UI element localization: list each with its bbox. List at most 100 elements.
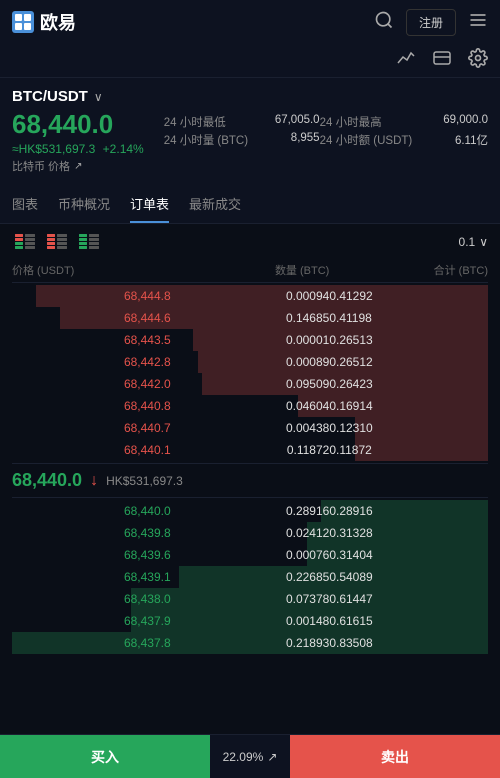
sell-order-row: 68,444.6 0.14685 0.41198 (12, 307, 488, 329)
ob-view-buy[interactable] (76, 232, 102, 252)
register-button[interactable]: 注册 (406, 9, 456, 36)
sell-order-row: 68,440.8 0.04604 0.16914 (12, 395, 488, 417)
card-icon[interactable] (432, 49, 452, 72)
sell-order-row: 68,444.8 0.00094 0.41292 (12, 285, 488, 307)
settings-icon[interactable] (468, 48, 488, 73)
col-total: 合计 (BTC) (329, 262, 488, 278)
sell-total: 0.41198 (329, 311, 488, 325)
sell-order-row: 68,440.1 0.11872 0.11872 (12, 439, 488, 461)
bottom-bar: 买入 22.09% ↗ 卖出 (0, 734, 500, 778)
sell-total: 0.26423 (329, 377, 488, 391)
sell-total: 0.12310 (329, 421, 488, 435)
tab-chart[interactable]: 图表 (12, 184, 38, 223)
buy-order-row: 68,440.0 0.28916 0.28916 (12, 500, 488, 522)
pct-icon: ↗ (267, 750, 277, 764)
buy-total: 0.31404 (329, 548, 488, 562)
tab-overview[interactable]: 币种概况 (58, 184, 110, 223)
stat-row-3: 24 小时额 (USDT) 6.11亿 (320, 132, 488, 148)
ob-controls: 0.1 ∨ (12, 232, 488, 252)
external-link-icon[interactable]: ↗ (74, 161, 82, 172)
buy-price[interactable]: 68,437.9 (12, 614, 171, 628)
ob-decimals-value: 0.1 (459, 235, 476, 249)
buy-price[interactable]: 68,440.0 (12, 504, 171, 518)
stat-val-3: 6.11亿 (455, 132, 488, 148)
sell-button[interactable]: 卖出 (290, 735, 500, 778)
bottom-pct: 22.09% ↗ (210, 735, 290, 778)
buy-order-row: 68,438.0 0.07378 0.61447 (12, 588, 488, 610)
buy-total: 0.83508 (329, 636, 488, 650)
sell-qty: 0.14685 (171, 311, 330, 325)
stat-label-0: 24 小时最低 (164, 114, 226, 130)
stat-label-2: 24 小时量 (BTC) (164, 132, 248, 148)
ob-table-header: 价格 (USDT) 数量 (BTC) 合计 (BTC) (12, 260, 488, 283)
ob-decimals-selector[interactable]: 0.1 ∨ (459, 235, 488, 249)
hk-price: ≈HK$531,697.3 (12, 142, 95, 156)
ticker-left: BTC/USDT ∨ 68,440.0 ≈HK$531,697.3 +2.14%… (12, 88, 144, 174)
sell-order-row: 68,442.8 0.00089 0.26512 (12, 351, 488, 373)
sell-price[interactable]: 68,440.7 (12, 421, 171, 435)
stat-label-1: 24 小时最高 (320, 114, 382, 130)
buy-order-row: 68,439.8 0.02412 0.31328 (12, 522, 488, 544)
sell-price[interactable]: 68,442.0 (12, 377, 171, 391)
buy-price[interactable]: 68,437.8 (12, 636, 171, 650)
buy-orders: 68,440.0 0.28916 0.28916 68,439.8 0.0241… (12, 500, 488, 654)
chart-line-icon[interactable] (396, 49, 416, 72)
sell-price[interactable]: 68,440.1 (12, 443, 171, 457)
sell-qty: 0.00089 (171, 355, 330, 369)
stat-row-1: 24 小时最高 69,000.0 (320, 114, 488, 130)
buy-total: 0.54089 (329, 570, 488, 584)
sell-qty: 0.00094 (171, 289, 330, 303)
sell-total: 0.11872 (329, 443, 488, 457)
sell-order-row: 68,443.5 0.00001 0.26513 (12, 329, 488, 351)
sell-price[interactable]: 68,440.8 (12, 399, 171, 413)
menu-icon[interactable] (468, 10, 488, 35)
sell-total: 0.26513 (329, 333, 488, 347)
buy-button[interactable]: 买入 (0, 735, 210, 778)
sell-total: 0.16914 (329, 399, 488, 413)
sell-price[interactable]: 68,444.8 (12, 289, 171, 303)
buy-price[interactable]: 68,439.8 (12, 526, 171, 540)
sell-qty: 0.11872 (171, 443, 330, 457)
ticker-section: BTC/USDT ∨ 68,440.0 ≈HK$531,697.3 +2.14%… (0, 78, 500, 184)
buy-order-row: 68,437.8 0.21893 0.83508 (12, 632, 488, 654)
ticker-stats: 24 小时最低 67,005.0 24 小时最高 69,000.0 24 小时量… (164, 88, 488, 174)
sell-qty: 0.04604 (171, 399, 330, 413)
sell-price[interactable]: 68,443.5 (12, 333, 171, 347)
pair-name: BTC/USDT (12, 88, 88, 105)
ob-view-both[interactable] (12, 232, 38, 252)
search-icon[interactable] (374, 10, 394, 35)
sell-total: 0.41292 (329, 289, 488, 303)
buy-total: 0.61615 (329, 614, 488, 628)
buy-total: 0.61447 (329, 592, 488, 606)
ob-view-buttons (12, 232, 102, 252)
stat-label-3: 24 小时额 (USDT) (320, 132, 413, 148)
buy-qty: 0.02412 (171, 526, 330, 540)
tabs: 图表 币种概况 订单表 最新成交 (0, 184, 500, 224)
sub-header (0, 44, 500, 78)
buy-total: 0.28916 (329, 504, 488, 518)
mid-price-row: 68,440.0 ↓ HK$531,697.3 (12, 463, 488, 498)
pair-dropdown-icon[interactable]: ∨ (94, 90, 103, 104)
ob-view-sell[interactable] (44, 232, 70, 252)
stat-row-2: 24 小时量 (BTC) 8,955 (164, 132, 320, 148)
stat-row-0: 24 小时最低 67,005.0 (164, 114, 320, 130)
sell-price[interactable]: 68,442.8 (12, 355, 171, 369)
sell-qty: 0.00001 (171, 333, 330, 347)
logo-icon (12, 11, 34, 33)
buy-price[interactable]: 68,439.1 (12, 570, 171, 584)
hk-price-row: ≈HK$531,697.3 +2.14% (12, 142, 144, 156)
buy-qty: 0.28916 (171, 504, 330, 518)
orderbook: 0.1 ∨ 价格 (USDT) 数量 (BTC) 合计 (BTC) 68,444… (0, 224, 500, 662)
pct-value: 22.09% (223, 750, 264, 764)
buy-price[interactable]: 68,439.6 (12, 548, 171, 562)
stat-val-0: 67,005.0 (275, 114, 320, 130)
stat-val-1: 69,000.0 (443, 114, 488, 130)
sell-price[interactable]: 68,444.6 (12, 311, 171, 325)
pair-row: BTC/USDT ∨ (12, 88, 144, 105)
tab-orderbook[interactable]: 订单表 (130, 184, 169, 223)
buy-order-row: 68,437.9 0.00148 0.61615 (12, 610, 488, 632)
buy-qty: 0.07378 (171, 592, 330, 606)
tab-trades[interactable]: 最新成交 (189, 184, 241, 223)
buy-total: 0.31328 (329, 526, 488, 540)
buy-price[interactable]: 68,438.0 (12, 592, 171, 606)
